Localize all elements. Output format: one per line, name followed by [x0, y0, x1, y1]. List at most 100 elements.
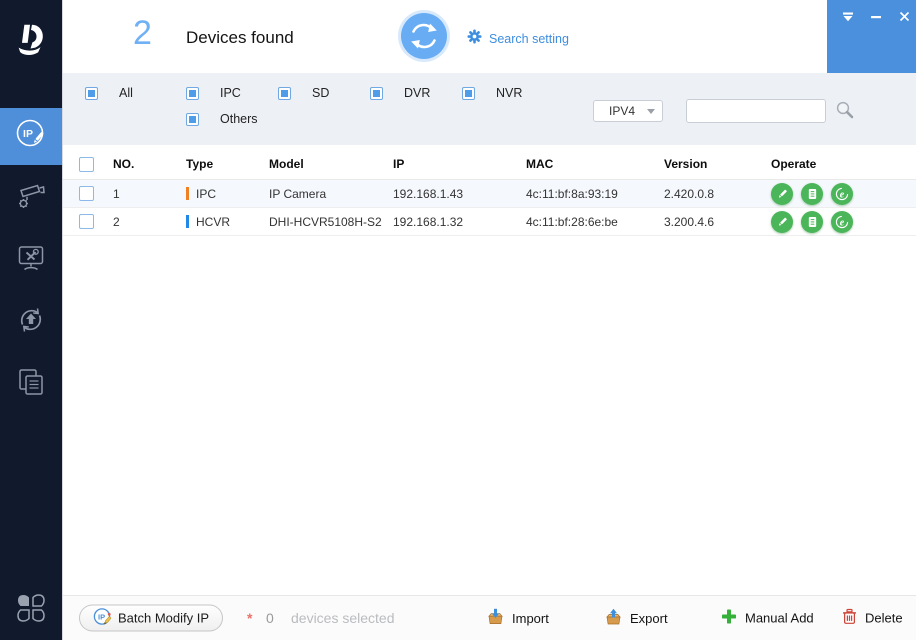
documents-icon: [15, 366, 47, 403]
camera-gear-icon: [14, 179, 48, 218]
cell-type: HCVR: [186, 215, 269, 229]
selected-label: devices selected: [291, 610, 395, 626]
table-row: 1 IPC IP Camera 192.168.1.43 4c:11:bf:8a…: [63, 180, 916, 208]
batch-modify-ip-button[interactable]: IP Batch Modify IP: [79, 605, 223, 632]
sidebar-item-apps[interactable]: [0, 591, 62, 630]
window-controls: [827, 0, 916, 73]
filter-checkbox-sd[interactable]: SD: [278, 86, 370, 100]
monitor-tools-icon: [15, 242, 47, 279]
search-setting-label: Search setting: [489, 32, 569, 46]
filter-checkbox-others[interactable]: Others: [186, 112, 278, 126]
col-header-no: NO.: [113, 157, 186, 171]
cell-version: 2.420.0.8: [664, 187, 771, 201]
checkbox-checked-icon: [186, 113, 199, 126]
device-details-button[interactable]: [801, 211, 823, 233]
edit-device-button[interactable]: [771, 211, 793, 233]
filter-label-dvr: DVR: [404, 86, 430, 100]
config-tool-window: IP: [0, 0, 916, 640]
import-label: Import: [512, 611, 549, 626]
minimize-icon: [870, 9, 882, 27]
cell-no: 1: [113, 187, 186, 201]
open-browser-button[interactable]: e: [831, 211, 853, 233]
trash-icon: [842, 609, 857, 628]
import-icon: [487, 608, 504, 628]
cell-ip: 192.168.1.43: [393, 187, 526, 201]
sidebar-item-system-maintain[interactable]: [0, 232, 62, 289]
filter-checkbox-nvr[interactable]: NVR: [462, 86, 554, 100]
search-input[interactable]: [686, 99, 826, 123]
browser-e-icon: e: [835, 187, 849, 201]
gear-icon: [467, 29, 482, 49]
filter-label-all: All: [119, 86, 133, 100]
search-button[interactable]: [835, 100, 855, 120]
filter-label-others: Others: [220, 112, 258, 126]
open-browser-button[interactable]: e: [831, 183, 853, 205]
svg-text:e: e: [840, 217, 845, 228]
device-details-button[interactable]: [801, 183, 823, 205]
browser-e-icon: e: [835, 215, 849, 229]
protocol-select[interactable]: IPV4: [593, 100, 663, 122]
filter-checkbox-dvr[interactable]: DVR: [370, 86, 462, 100]
document-icon: [807, 216, 818, 228]
caret-down-icon: [842, 9, 854, 27]
manual-add-button[interactable]: Manual Add: [721, 609, 814, 628]
cell-model: IP Camera: [269, 187, 393, 201]
magnifier-icon: [835, 107, 855, 124]
sidebar-item-device-info[interactable]: [0, 356, 62, 413]
ip-edit-icon: IP: [13, 116, 49, 157]
filter-checkbox-ipc[interactable]: IPC: [186, 86, 278, 100]
search-setting-button[interactable]: Search setting: [467, 29, 569, 49]
cell-operate: e: [771, 183, 916, 205]
clover-grid-icon: [14, 591, 48, 630]
manual-add-label: Manual Add: [745, 611, 814, 626]
table-row: 2 HCVR DHI-HCVR5108H-S2 192.168.1.32 4c:…: [63, 208, 916, 236]
protocol-select-value: IPV4: [609, 104, 635, 118]
delete-button[interactable]: Delete: [842, 609, 903, 628]
filter-label-sd: SD: [312, 86, 329, 100]
sidebar-item-device-config[interactable]: [0, 170, 62, 227]
row-checkbox[interactable]: [79, 214, 94, 229]
cell-mac: 4c:11:bf:28:6e:be: [526, 215, 664, 229]
export-button[interactable]: Export: [605, 608, 668, 628]
page-title: Devices found: [186, 28, 294, 48]
cell-version: 3.200.4.6: [664, 215, 771, 229]
edit-device-button[interactable]: [771, 183, 793, 205]
sidebar: IP: [0, 0, 62, 640]
sidebar-item-upgrade[interactable]: [0, 294, 62, 351]
checkbox-checked-icon: [186, 87, 199, 100]
refresh-icon: [397, 50, 451, 67]
batch-modify-ip-label: Batch Modify IP: [118, 611, 209, 626]
filter-checkbox-all[interactable]: All: [85, 86, 186, 100]
col-header-mac: MAC: [526, 157, 664, 171]
type-color-bar: [186, 215, 189, 228]
cell-mac: 4c:11:bf:8a:93:19: [526, 187, 664, 201]
col-header-version: Version: [664, 157, 771, 171]
type-color-bar: [186, 187, 189, 200]
checkbox-checked-icon: [85, 87, 98, 100]
required-asterisk: *: [247, 610, 252, 626]
row-checkbox[interactable]: [79, 186, 94, 201]
close-button[interactable]: [893, 8, 915, 28]
device-count: 2: [133, 14, 152, 53]
col-header-ip: IP: [393, 157, 526, 171]
col-header-model: Model: [269, 157, 393, 171]
plus-icon: [721, 609, 737, 628]
sidebar-item-modify-ip[interactable]: IP: [0, 108, 62, 165]
chevron-down-icon: [647, 109, 655, 114]
minimize-button[interactable]: [865, 8, 887, 28]
select-all-checkbox[interactable]: [79, 157, 94, 172]
pencil-icon: [777, 188, 788, 200]
col-header-operate: Operate: [771, 157, 916, 171]
import-button[interactable]: Import: [487, 608, 549, 628]
upgrade-icon: [14, 303, 48, 342]
refresh-button[interactable]: [397, 9, 451, 63]
sidebar-nav: IP: [0, 108, 62, 418]
delete-label: Delete: [865, 611, 903, 626]
menu-button[interactable]: [837, 8, 859, 28]
svg-text:e: e: [840, 189, 845, 200]
filter-row-2: Others: [186, 112, 278, 126]
type-label: HCVR: [196, 215, 230, 229]
ip-pencil-icon: IP: [93, 607, 112, 629]
dahua-logo-icon: [0, 14, 62, 66]
checkbox-checked-icon: [370, 87, 383, 100]
